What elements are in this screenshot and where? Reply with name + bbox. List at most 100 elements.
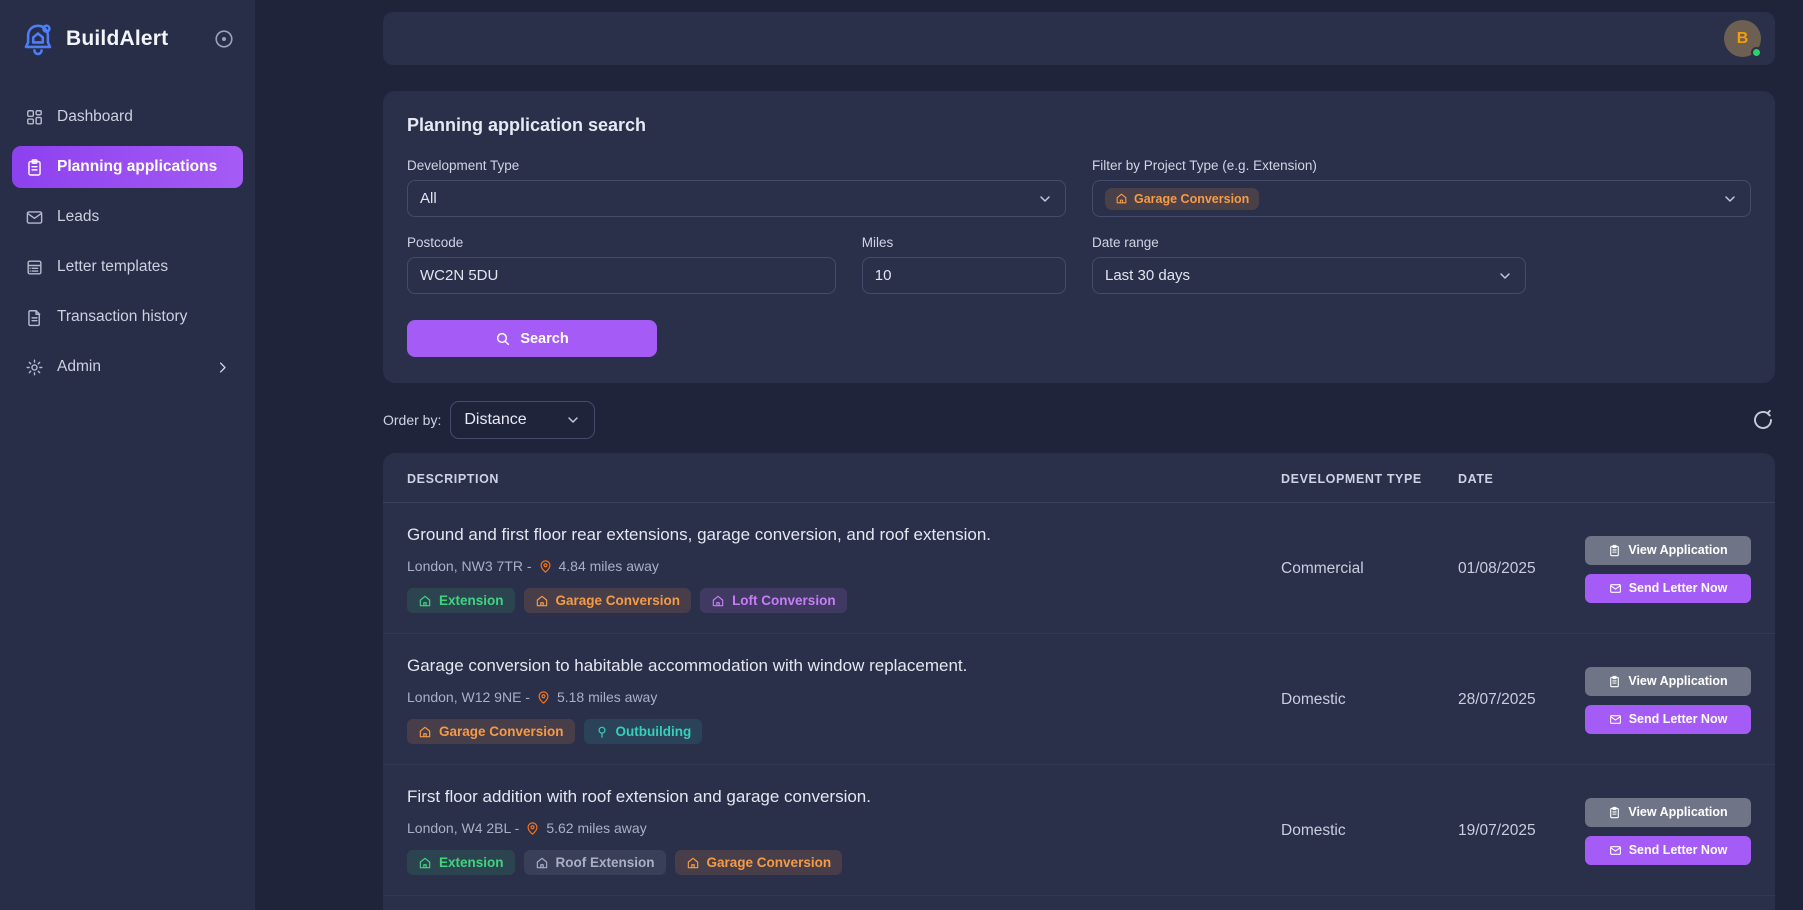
miles-label: Miles bbox=[862, 235, 1066, 250]
project-type-tags: Extension Roof Extension Garage Conversi… bbox=[407, 850, 1281, 875]
chevron-down-icon bbox=[1722, 191, 1738, 207]
application-distance: 5.62 miles away bbox=[546, 820, 646, 836]
application-description: First floor addition with roof extension… bbox=[407, 787, 1281, 807]
view-application-button[interactable]: View Application bbox=[1585, 798, 1751, 827]
project-type-tag: Garage Conversion bbox=[524, 588, 692, 613]
application-description: Garage conversion to habitable accommoda… bbox=[407, 656, 1281, 676]
project-type-field: Filter by Project Type (e.g. Extension) … bbox=[1092, 158, 1751, 217]
order-by-select[interactable]: Distance bbox=[450, 401, 595, 439]
tree-icon bbox=[595, 725, 609, 739]
order-by-value: Distance bbox=[464, 411, 526, 429]
sidebar-item-label: Leads bbox=[57, 208, 99, 226]
miles-input[interactable] bbox=[862, 257, 1066, 294]
table-body: Ground and first floor rear extensions, … bbox=[383, 503, 1775, 896]
house-icon bbox=[711, 594, 725, 608]
avatar-initial: B bbox=[1737, 30, 1749, 48]
document-icon bbox=[25, 308, 44, 327]
column-date: DATE bbox=[1458, 472, 1583, 486]
date-cell: 01/08/2025 bbox=[1458, 525, 1583, 613]
order-row: Order by: Distance bbox=[383, 401, 1775, 439]
development-type-value: All bbox=[420, 190, 437, 207]
date-range-value: Last 30 days bbox=[1105, 267, 1190, 284]
sidebar-item-label: Transaction history bbox=[57, 308, 187, 326]
house-icon bbox=[535, 856, 549, 870]
sidebar-item-leads[interactable]: Leads bbox=[12, 196, 243, 238]
postcode-input[interactable] bbox=[407, 257, 836, 294]
project-type-chip: Garage Conversion bbox=[1105, 188, 1259, 210]
order-by-label: Order by: bbox=[383, 412, 441, 428]
table-row: Garage conversion to habitable accommoda… bbox=[383, 634, 1775, 765]
project-type-select[interactable]: Garage Conversion bbox=[1092, 180, 1751, 217]
sidebar-item-letter-templates[interactable]: Letter templates bbox=[12, 246, 243, 288]
planning-search-panel: Planning application search Development … bbox=[383, 91, 1775, 383]
send-letter-button[interactable]: Send Letter Now bbox=[1585, 574, 1751, 603]
search-button[interactable]: Search bbox=[407, 320, 657, 357]
application-location-line: London, W12 9NE - 5.18 miles away bbox=[407, 689, 1281, 705]
project-type-label: Filter by Project Type (e.g. Extension) bbox=[1092, 158, 1751, 173]
column-development-type: DEVELOPMENT TYPE bbox=[1281, 472, 1458, 486]
application-location-line: London, NW3 7TR - 4.84 miles away bbox=[407, 558, 1281, 574]
send-letter-button[interactable]: Send Letter Now bbox=[1585, 836, 1751, 865]
description-cell: Garage conversion to habitable accommoda… bbox=[407, 656, 1281, 744]
main-content: B Planning application search Developmen… bbox=[255, 0, 1803, 910]
clipboard-icon bbox=[1608, 544, 1621, 557]
date-range-label: Date range bbox=[1092, 235, 1751, 250]
chevron-down-icon bbox=[1497, 268, 1513, 284]
project-type-tags: Extension Garage Conversion Loft Convers… bbox=[407, 588, 1281, 613]
application-distance: 5.18 miles away bbox=[557, 689, 657, 705]
project-type-tag: Outbuilding bbox=[584, 719, 703, 744]
application-location: London, W4 2BL - bbox=[407, 820, 519, 836]
location-pin-icon bbox=[538, 559, 553, 574]
house-icon bbox=[535, 594, 549, 608]
sidebar-item-label: Dashboard bbox=[57, 108, 133, 126]
buildalert-logo-icon bbox=[20, 21, 56, 57]
chevron-right-icon bbox=[215, 360, 230, 375]
postcode-label: Postcode bbox=[407, 235, 836, 250]
project-type-tags: Garage Conversion Outbuilding bbox=[407, 719, 1281, 744]
sidebar-item-dashboard[interactable]: Dashboard bbox=[12, 96, 243, 138]
actions-cell: View Application Send Letter Now bbox=[1583, 525, 1751, 613]
sidebar-item-label: Planning applications bbox=[57, 158, 217, 176]
table-header: DESCRIPTION DEVELOPMENT TYPE DATE bbox=[383, 453, 1775, 503]
panel-title: Planning application search bbox=[407, 115, 1751, 136]
location-pin-icon bbox=[536, 690, 551, 705]
user-avatar[interactable]: B bbox=[1724, 20, 1761, 57]
sidebar-toggle-icon[interactable] bbox=[213, 28, 235, 50]
view-application-button[interactable]: View Application bbox=[1585, 536, 1751, 565]
actions-cell: View Application Send Letter Now bbox=[1583, 787, 1751, 875]
project-type-tag: Garage Conversion bbox=[407, 719, 575, 744]
house-icon bbox=[1115, 192, 1128, 205]
date-range-field: Date range Last 30 days bbox=[1092, 235, 1751, 294]
postcode-field: Postcode bbox=[407, 235, 836, 294]
gear-icon bbox=[25, 358, 44, 377]
development-type-cell: Domestic bbox=[1281, 787, 1458, 875]
sidebar-item-planning-applications[interactable]: Planning applications bbox=[12, 146, 243, 188]
date-cell: 28/07/2025 bbox=[1458, 656, 1583, 744]
development-type-cell: Domestic bbox=[1281, 656, 1458, 744]
refresh-icon[interactable] bbox=[1751, 408, 1775, 432]
clipboard-icon bbox=[1608, 675, 1621, 688]
clipboard-icon bbox=[1608, 806, 1621, 819]
date-range-select[interactable]: Last 30 days bbox=[1092, 257, 1526, 294]
table-row: First floor addition with roof extension… bbox=[383, 765, 1775, 896]
send-letter-button[interactable]: Send Letter Now bbox=[1585, 705, 1751, 734]
clipboard-icon bbox=[25, 158, 44, 177]
sidebar-item-label: Letter templates bbox=[57, 258, 168, 276]
project-type-tag: Loft Conversion bbox=[700, 588, 847, 613]
table-row: Ground and first floor rear extensions, … bbox=[383, 503, 1775, 634]
house-icon bbox=[418, 725, 432, 739]
application-distance: 4.84 miles away bbox=[559, 558, 659, 574]
miles-field: Miles bbox=[862, 235, 1066, 294]
sidebar-item-label: Admin bbox=[57, 358, 101, 376]
application-description: Ground and first floor rear extensions, … bbox=[407, 525, 1281, 545]
development-type-select[interactable]: All bbox=[407, 180, 1066, 217]
view-application-button[interactable]: View Application bbox=[1585, 667, 1751, 696]
development-type-label: Development Type bbox=[407, 158, 1066, 173]
chevron-down-icon bbox=[1037, 191, 1053, 207]
description-cell: Ground and first floor rear extensions, … bbox=[407, 525, 1281, 613]
sidebar-nav: Dashboard Planning applications Leads Le… bbox=[0, 96, 255, 388]
search-icon bbox=[495, 331, 511, 347]
sidebar-item-admin[interactable]: Admin bbox=[12, 346, 243, 388]
project-type-tag: Extension bbox=[407, 588, 515, 613]
sidebar-item-transaction-history[interactable]: Transaction history bbox=[12, 296, 243, 338]
